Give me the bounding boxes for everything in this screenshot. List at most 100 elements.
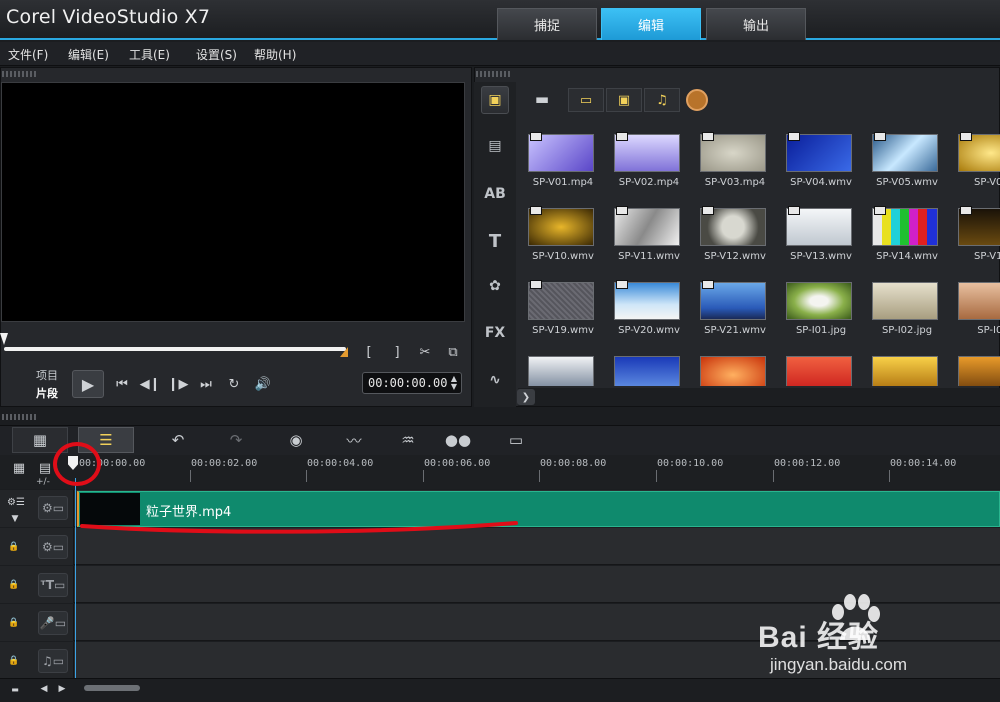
library-item[interactable] [778, 342, 864, 386]
tab-edit[interactable]: 编辑 [601, 8, 701, 40]
title-icon[interactable]: T [481, 227, 509, 255]
library-item[interactable]: SP-V19.wmv [520, 268, 606, 340]
folder-icon[interactable]: ▬ [530, 88, 554, 110]
transition-icon[interactable]: AB [481, 180, 509, 208]
zoom-label[interactable]: +/- [36, 477, 50, 487]
library-item[interactable]: SP-V11.wmv [606, 194, 692, 266]
show-video-icon[interactable]: ▭ [568, 88, 604, 112]
library-item[interactable] [692, 342, 778, 386]
scissors-icon[interactable]: ✂ [414, 342, 436, 362]
ruler-tick [306, 470, 307, 482]
mode-project-label[interactable]: 项目 [36, 367, 58, 383]
ruler-tick [889, 470, 890, 482]
scrollbar-thumb[interactable] [84, 685, 140, 691]
library-item[interactable]: SP-V13.wmv [778, 194, 864, 266]
lock-icon[interactable]: 🔒 [8, 618, 19, 628]
library-item[interactable]: SP-V04.wmv [778, 120, 864, 192]
sound-mixer-icon[interactable]: 〰 [326, 427, 382, 453]
redo-icon[interactable]: ↷ [208, 427, 264, 453]
auto-music-icon[interactable]: ♒ [380, 427, 436, 453]
go-to-start-icon[interactable]: ⏮ [112, 374, 132, 394]
tab-capture[interactable]: 捕捉 [497, 8, 597, 40]
tab-share[interactable]: 输出 [706, 8, 806, 40]
library-item[interactable]: SP-V06. [950, 120, 1000, 192]
next-frame-icon[interactable]: ❙▶ [168, 374, 189, 394]
library-item[interactable] [864, 342, 950, 386]
lock-icon[interactable]: 🔒 [8, 580, 19, 590]
menu-tools[interactable]: 工具(E) [129, 46, 170, 63]
enlarge-preview-icon[interactable]: ⧉ [442, 342, 464, 362]
library-item[interactable]: SP-I01.jpg [778, 268, 864, 340]
library-item[interactable]: SP-I02.jpg [864, 268, 950, 340]
menu-settings[interactable]: 设置(S) [196, 46, 237, 63]
library-item[interactable] [950, 342, 1000, 386]
track-toggle-icon[interactable]: ⚙☰ [4, 495, 28, 509]
filter-icon[interactable]: FX [481, 319, 509, 347]
show-audio-icon[interactable]: ♫ [644, 88, 680, 112]
lock-icon[interactable]: 🔒 [8, 656, 19, 666]
chapter-icon[interactable]: ▤ [36, 460, 54, 476]
motion-tracking-icon[interactable]: ●● [430, 427, 486, 453]
library-item[interactable]: SP-V20.wmv [606, 268, 692, 340]
media-icon[interactable]: ▣ [481, 86, 509, 114]
library-item[interactable]: SP-V02.mp4 [606, 120, 692, 192]
mark-out-button[interactable]: ] [388, 342, 406, 362]
timecode-field[interactable]: 00:00:00.00 [362, 372, 462, 394]
mark-in-button[interactable]: [ [360, 342, 378, 362]
library-item[interactable] [606, 342, 692, 386]
repeat-icon[interactable]: ↻ [224, 374, 244, 394]
track-manager-icon[interactable]: ▦ [8, 460, 30, 476]
library-item[interactable]: SP-V03.mp4 [692, 120, 778, 192]
instant-project-icon[interactable]: ▤ [481, 132, 509, 160]
music-track-icon[interactable]: ♫▭ [38, 649, 68, 673]
preview-window [1, 82, 465, 322]
previous-frame-icon[interactable]: ◀❙ [140, 374, 161, 394]
title-track-icon[interactable]: ᵀT▭ [38, 573, 68, 597]
volume-icon[interactable]: 🔊 [252, 374, 274, 394]
graphic-icon[interactable]: ✿ [481, 272, 509, 300]
app-window: Corel VideoStudio X7 捕捉 编辑 输出 文件(F) 编辑(E… [0, 0, 1000, 702]
go-to-end-icon[interactable]: ⏭ [196, 374, 216, 394]
playhead-line[interactable] [75, 478, 76, 678]
path-icon[interactable]: ∿ [481, 366, 509, 394]
timeline-ruler[interactable] [0, 455, 1000, 489]
panel-grip[interactable] [2, 71, 36, 77]
timeline-scrollbar[interactable] [0, 678, 1000, 702]
chevron-down-icon[interactable]: ▼ [8, 514, 22, 524]
scroll-left-icon[interactable]: ◀ [38, 682, 50, 696]
scroll-right-icon[interactable]: ❯ [517, 389, 535, 405]
undo-icon[interactable]: ↶ [150, 427, 206, 453]
mode-clip-label[interactable]: 片段 [36, 385, 58, 401]
library-item[interactable] [520, 342, 606, 386]
record-capture-icon[interactable]: ◉ [268, 427, 324, 453]
import-media-icon[interactable] [686, 89, 708, 111]
scrubber-track[interactable] [4, 347, 346, 351]
zoom-fit-icon[interactable]: ▬ [6, 682, 24, 696]
library-item[interactable]: SP-V12.wmv [692, 194, 778, 266]
library-item[interactable]: SP-V21.wmv [692, 268, 778, 340]
scroll-right-icon[interactable]: ▶ [56, 682, 68, 696]
overlay-track-icon[interactable]: ⚙▭ [38, 535, 68, 559]
play-button[interactable]: ▶ [72, 370, 104, 398]
menu-help[interactable]: 帮助(H) [254, 46, 296, 63]
panel-grip[interactable] [2, 414, 36, 420]
timecode-stepper[interactable]: ▲ ▼ [448, 374, 460, 392]
library-scrollbar[interactable] [518, 388, 1000, 406]
subtitle-editor-icon[interactable]: ▭ [488, 427, 544, 453]
lock-icon[interactable]: 🔒 [8, 542, 19, 552]
show-photo-icon[interactable]: ▣ [606, 88, 642, 112]
panel-grip[interactable] [476, 71, 510, 77]
clip-label: 粒子世界.mp4 [146, 505, 232, 520]
library-item[interactable]: SP-V01.mp4 [520, 120, 606, 192]
video-track-icon[interactable]: ⚙▭ [38, 496, 68, 520]
library-item[interactable]: SP-V05.wmv [864, 120, 950, 192]
library-item[interactable]: SP-I03 [950, 268, 1000, 340]
library-item[interactable]: SP-V14.wmv [864, 194, 950, 266]
voice-track-icon[interactable]: 🎤▭ [38, 611, 68, 635]
menu-edit[interactable]: 编辑(E) [68, 46, 109, 63]
menu-file[interactable]: 文件(F) [8, 46, 48, 63]
library-item[interactable]: SP-V10.wmv [520, 194, 606, 266]
library-item[interactable]: SP-V15. [950, 194, 1000, 266]
ruler-tick [539, 470, 540, 482]
library-grid: SP-V01.mp4 SP-V02.mp4 SP-V03.mp4 SP-V04.… [518, 120, 1000, 386]
